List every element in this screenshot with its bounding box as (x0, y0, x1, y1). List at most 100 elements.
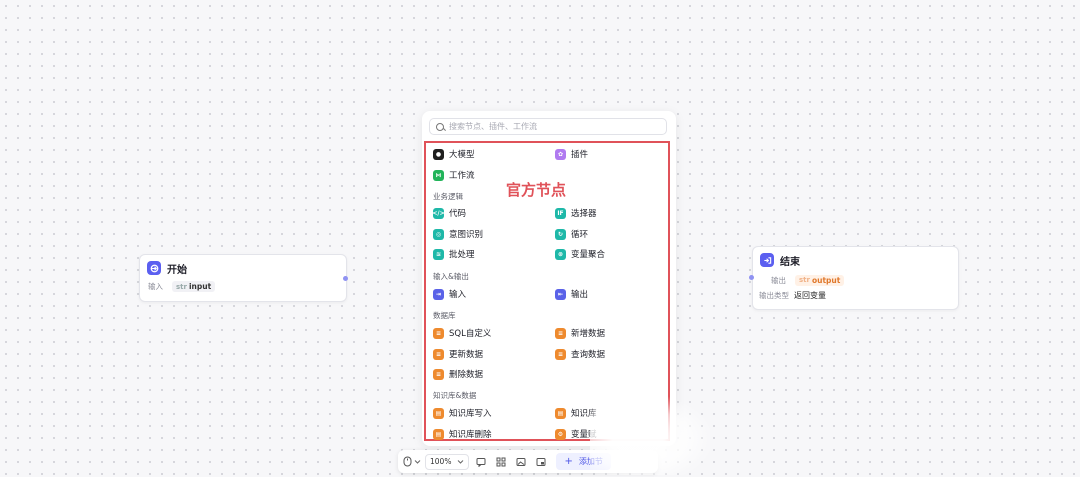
section-title: 业务逻辑 (433, 192, 463, 201)
node-item-workflow[interactable]: ⋈ 工作流 (433, 168, 475, 182)
type-str-tag: str (799, 276, 810, 284)
end-icon (760, 253, 774, 267)
section-title: 数据库 (433, 311, 456, 320)
official-nodes-highlight: 官方节点 ● 大模型 ✿ 插件 ⋈ 工作流 业务逻辑 </> 代码 IF 选择器… (424, 141, 670, 441)
zoom-value: 100% (430, 457, 452, 466)
variable-aggregate-icon: ⊛ (555, 248, 566, 260)
node-item-llm[interactable]: ● 大模型 (433, 147, 475, 161)
node-item-db-add[interactable]: ≡ 新增数据 (555, 326, 605, 340)
grid-icon (496, 457, 506, 466)
node-item-label: 知识库写入 (449, 409, 492, 419)
start-input-variable: str input (172, 281, 216, 292)
code-icon: </> (432, 207, 445, 219)
node-search-box[interactable] (429, 118, 667, 135)
end-node[interactable]: 结束 输出 str output 输出类型 返回变量 (752, 246, 959, 310)
node-item-label: 输入 (449, 290, 467, 300)
add-node-label: 添加节 (578, 457, 603, 466)
sql-icon: ≡ (433, 327, 444, 339)
search-icon (436, 122, 444, 131)
node-item-label: 更新数据 (449, 350, 484, 360)
workflow-icon: ⋈ (433, 169, 444, 181)
comment-icon (476, 457, 486, 467)
node-item-label: 代码 (449, 209, 467, 219)
node-item-db-delete[interactable]: ≡ 删除数据 (433, 367, 483, 381)
node-search-input[interactable] (449, 122, 659, 131)
node-item-kb[interactable]: ▤ 知识库 (555, 406, 597, 420)
node-item-db-update[interactable]: ≡ 更新数据 (433, 347, 483, 361)
start-node[interactable]: 开始 输入 str input (139, 254, 347, 302)
node-item-label: 大模型 (449, 150, 475, 160)
batch-icon: ≋ (433, 248, 444, 260)
node-item-kb-write[interactable]: ▤ 知识库写入 (433, 406, 492, 420)
end-output-kind-value: 返回变量 (794, 290, 826, 300)
layout-button[interactable] (493, 454, 509, 470)
node-item-label: 删除数据 (449, 370, 484, 380)
minimap-icon (536, 457, 546, 466)
node-item-label: 工作流 (449, 171, 475, 181)
node-item-label: 插件 (571, 150, 589, 160)
node-item-label: 选择器 (571, 209, 597, 219)
node-item-sql[interactable]: ≡ SQL自定义 (433, 326, 491, 340)
node-item-label: SQL自定义 (449, 329, 492, 339)
start-icon (147, 261, 161, 275)
end-output-label: 输出 (771, 275, 786, 285)
image-icon (516, 457, 526, 466)
plugin-icon: ✿ (555, 148, 566, 160)
node-item-label: 变量聚合 (571, 250, 606, 260)
end-output-kind-label: 输出类型 (759, 290, 789, 300)
add-node-panel: 官方节点 ● 大模型 ✿ 插件 ⋈ 工作流 业务逻辑 </> 代码 IF 选择器… (422, 111, 676, 446)
node-item-label: 循环 (571, 230, 589, 240)
minimap-button[interactable] (533, 454, 549, 470)
mouse-icon (403, 456, 412, 467)
node-item-label: 知识库删除 (449, 430, 492, 440)
comment-button[interactable] (473, 454, 489, 470)
node-item-label: 批处理 (449, 250, 475, 260)
kb-icon: ▤ (555, 407, 566, 419)
image-button[interactable] (513, 454, 529, 470)
start-node-title: 开始 (167, 264, 187, 276)
start-input-label: 输入 (148, 282, 163, 291)
node-item-batch[interactable]: ≋ 批处理 (433, 247, 475, 261)
node-item-code[interactable]: </> 代码 (432, 206, 467, 220)
node-item-plugin[interactable]: ✿ 插件 (555, 147, 588, 161)
node-item-label: 新增数据 (571, 329, 606, 339)
node-item-label: 输出 (571, 290, 589, 300)
db-add-icon: ≡ (555, 327, 566, 339)
db-update-icon: ≡ (433, 348, 444, 360)
end-output-variable: str output (795, 274, 845, 286)
kb-delete-icon: ▤ (433, 428, 444, 440)
chevron-down-icon (458, 460, 464, 464)
node-item-label: 变量赋 (571, 430, 597, 440)
interaction-mode-button[interactable] (403, 454, 421, 470)
node-item-loop[interactable]: ↻ 循环 (555, 227, 588, 241)
chevron-down-icon (414, 460, 421, 464)
input-icon: ⇥ (433, 288, 444, 300)
kb-write-icon: ▤ (433, 407, 444, 419)
db-query-icon: ≡ (555, 348, 566, 360)
start-output-port[interactable] (343, 276, 348, 281)
variable-assign-icon: ⚙ (555, 428, 566, 440)
start-input-name: input (188, 282, 212, 291)
node-item-label: 查询数据 (571, 350, 606, 360)
node-item-kb-delete[interactable]: ▤ 知识库删除 (433, 427, 492, 441)
node-item-selector[interactable]: IF 选择器 (555, 206, 597, 220)
llm-icon: ● (433, 148, 444, 160)
plus-icon: + (564, 456, 573, 467)
node-item-intent[interactable]: ◎ 意图识别 (433, 227, 483, 241)
node-item-label: 知识库 (571, 409, 597, 419)
zoom-select[interactable]: 100% (425, 453, 470, 470)
node-item-input[interactable]: ⇥ 输入 (433, 287, 466, 301)
node-item-variable-aggregate[interactable]: ⊛ 变量聚合 (555, 247, 605, 261)
add-node-button[interactable]: + 添加节 (556, 453, 611, 470)
db-delete-icon: ≡ (433, 368, 444, 380)
loop-icon: ↻ (555, 228, 566, 240)
node-item-db-query[interactable]: ≡ 查询数据 (555, 347, 605, 361)
official-nodes-label: 官方节点 (506, 181, 567, 199)
section-title: 知识库&数据 (433, 391, 477, 400)
node-item-variable-assign[interactable]: ⚙ 变量赋 (555, 427, 597, 441)
if-icon: IF (555, 207, 566, 219)
section-title: 输入&输出 (433, 272, 469, 281)
end-input-port[interactable] (749, 275, 754, 280)
output-icon: ⇤ (555, 288, 566, 300)
node-item-output[interactable]: ⇤ 输出 (555, 287, 588, 301)
